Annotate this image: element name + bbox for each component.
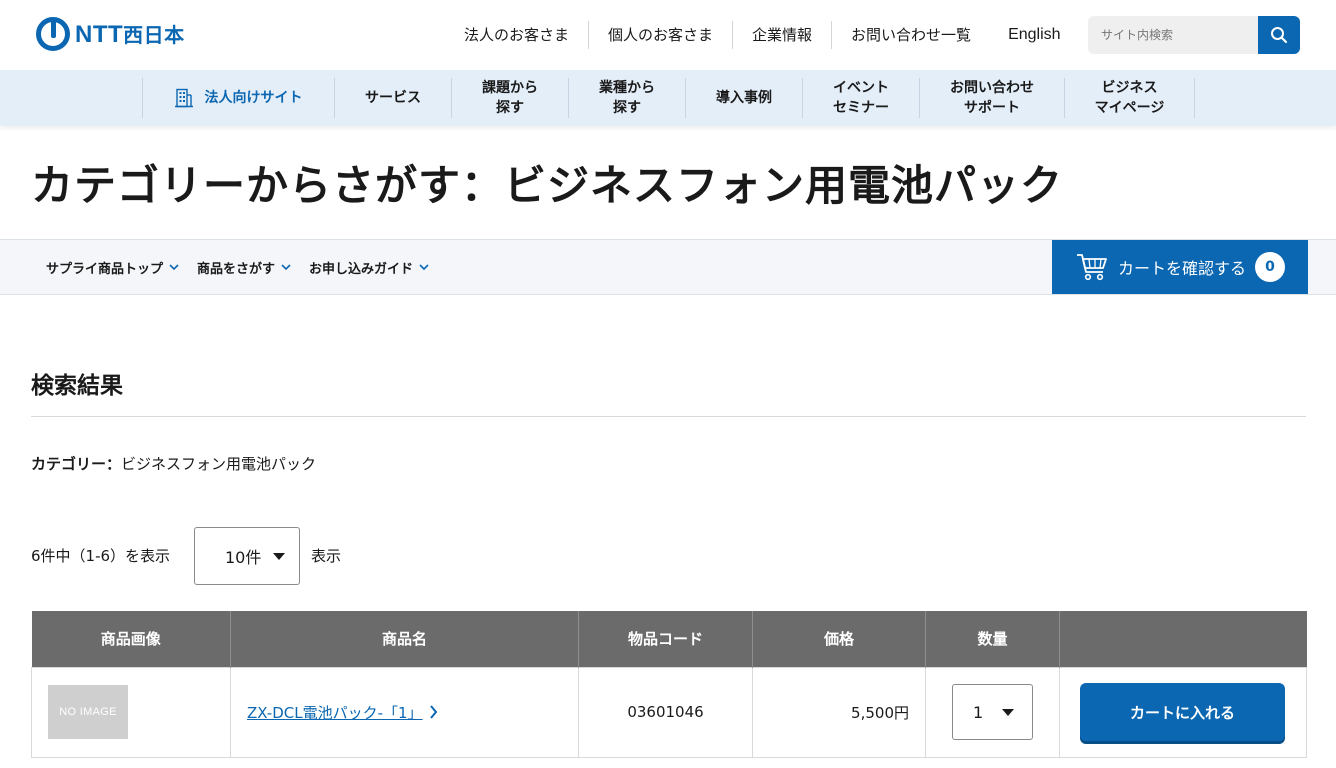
cell-image: NO IMAGE [31,666,231,758]
results-table: 商品画像 商品名 物品コード 価格 数量 NO IMAGE ZX-DCL電池パッ… [31,611,1307,758]
quantity-select[interactable]: 1 [952,684,1033,740]
product-link[interactable]: ZX-DCL電池パック-「1」 [231,702,438,723]
category-label: カテゴリー： [31,455,122,473]
subnav-contact-support[interactable]: お問い合わせ サポート [919,78,1064,118]
subnav-services[interactable]: サービス [334,78,451,118]
subnav-search-by-issue[interactable]: 課題から 探す [451,78,568,118]
order-guide-link[interactable]: お申し込みガイド [309,258,429,277]
result-count: 6件中（1-6）を表示 [31,547,171,565]
cart-count-badge: 0 [1255,252,1285,282]
search-button[interactable] [1258,16,1300,54]
col-header-qty: 数量 [925,611,1060,667]
subnav-business-mypage[interactable]: ビジネス マイページ [1064,78,1195,118]
subnav-business-home[interactable]: 法人向けサイト [142,78,334,118]
nav-contact-list[interactable]: お問い合わせ一覧 [832,21,990,49]
subnav-events-seminars[interactable]: イベント セミナー [802,78,919,118]
view-cart-button[interactable]: カートを確認する 0 [1052,240,1308,294]
chevron-down-icon [419,263,429,270]
category-filter: カテゴリー：ビジネスフォン用電池パック [31,453,316,474]
caret-down-icon [1002,709,1014,716]
top-header: NTT西日本 法人のお客さま 個人のお客さま 企業情報 お問い合わせ一覧 Eng… [0,0,1336,70]
cell-code: 03601046 [578,666,753,758]
cell-price: 5,500円 [752,666,926,758]
per-page-value: 10件 [225,548,262,567]
page-title: カテゴリーからさがす：ビジネスフォン用電池パック [31,161,1064,210]
col-header-image: 商品画像 [31,611,231,667]
top-nav: 法人のお客さま 個人のお客さま 企業情報 お問い合わせ一覧 English [445,20,1080,50]
nav-personal[interactable]: 個人のお客さま [589,21,734,49]
ntt-logo-icon [36,17,70,51]
cell-action: カートに入れる [1059,666,1307,758]
supply-top-link[interactable]: サプライ商品トップ [46,258,179,277]
find-products-link[interactable]: 商品をさがす [197,258,291,277]
quantity-value: 1 [973,702,984,722]
col-header-name: 商品名 [230,611,579,667]
subnav-case-studies[interactable]: 導入事例 [685,78,802,118]
search-input[interactable] [1088,16,1258,54]
search-icon [1271,27,1288,44]
subnav-home-label: 法人向けサイト [204,90,303,106]
logo-sub-text: 西日本 [123,25,185,47]
table-header-row: 商品画像 商品名 物品コード 価格 数量 [31,611,1307,667]
divider [31,416,1306,417]
ntt-west-logo[interactable]: NTT西日本 [36,17,185,51]
logo-main-text: NTT [75,21,124,48]
results-heading: 検索結果 [31,373,123,399]
cell-name: ZX-DCL電池パック-「1」 [230,666,579,758]
nav-english[interactable]: English [990,21,1079,49]
nav-corporate[interactable]: 法人のお客さま [445,21,590,49]
chevron-right-icon [429,705,437,719]
display-label: 表示 [311,547,342,565]
subnav-search-by-industry[interactable]: 業種から 探す [568,78,685,118]
shopping-cart-icon [1077,254,1107,281]
category-value: ビジネスフォン用電池パック [121,455,317,473]
cart-label: カートを確認する [1118,259,1247,278]
site-search [1088,16,1300,54]
per-page-select[interactable]: 10件 [194,527,300,585]
no-image-placeholder: NO IMAGE [48,685,128,739]
cell-qty: 1 [925,666,1060,758]
col-header-code: 物品コード [578,611,753,667]
table-row: NO IMAGE ZX-DCL電池パック-「1」 03601046 5,500円… [31,666,1307,758]
add-to-cart-button[interactable]: カートに入れる [1080,683,1285,741]
building-icon [174,88,193,108]
chevron-down-icon [169,263,179,270]
chevron-down-icon [281,263,291,270]
business-sub-nav: 法人向けサイト サービス 課題から 探す 業種から 探す 導入事例 イベント セ… [0,70,1336,126]
nav-company-info[interactable]: 企業情報 [733,21,833,49]
caret-down-icon [273,553,285,560]
col-header-action [1059,611,1307,667]
col-header-price: 価格 [752,611,926,667]
